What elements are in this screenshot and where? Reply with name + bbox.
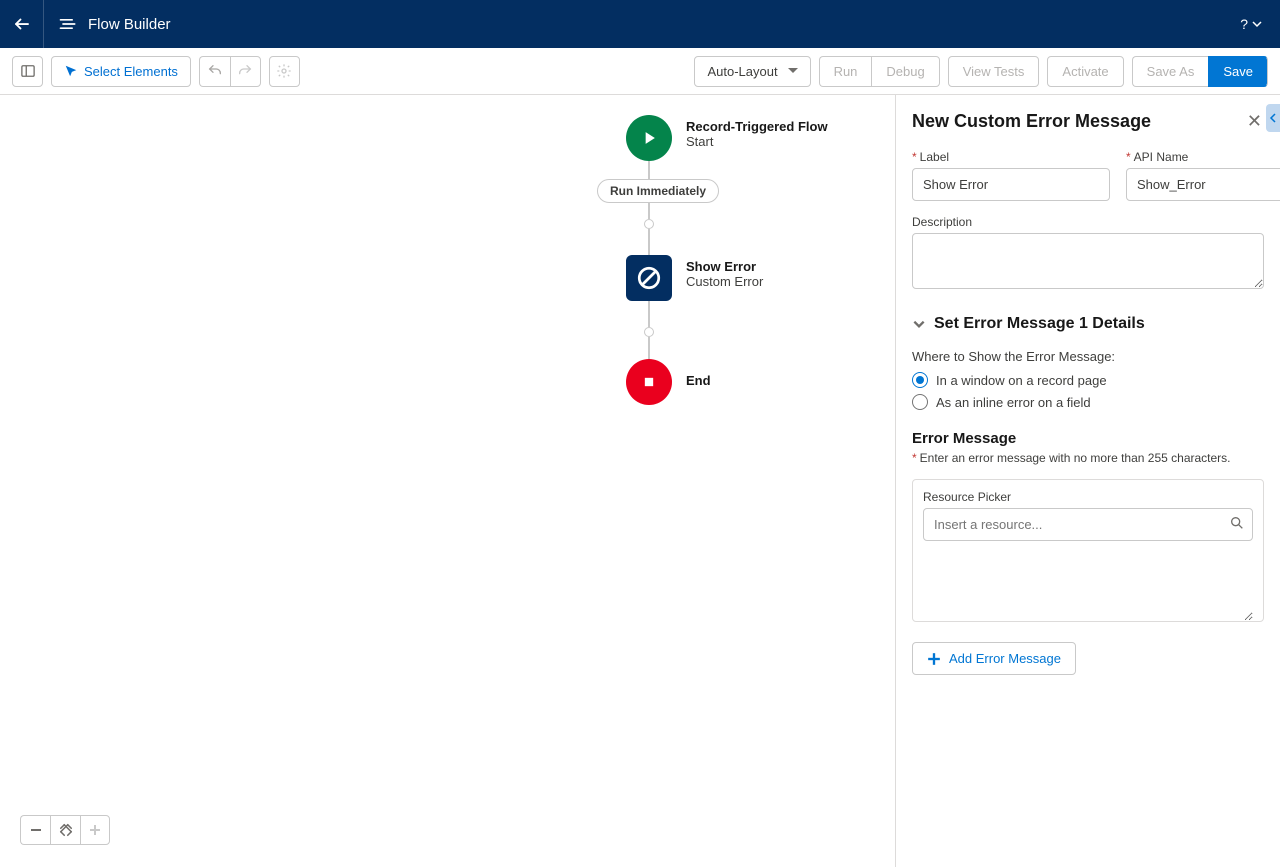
connector-line bbox=[648, 161, 650, 179]
section-title: Set Error Message 1 Details bbox=[934, 315, 1145, 333]
zoom-fit-button[interactable] bbox=[50, 815, 80, 845]
start-node[interactable]: Record-Triggered Flow Start bbox=[626, 115, 828, 161]
label-input[interactable] bbox=[912, 168, 1110, 201]
end-node-title: End bbox=[686, 373, 711, 388]
custom-error-node[interactable]: Show Error Custom Error bbox=[626, 255, 763, 301]
radio-icon bbox=[912, 372, 928, 388]
help-menu[interactable]: ? bbox=[1240, 16, 1280, 32]
error-node-title: Show Error bbox=[686, 259, 763, 274]
stop-icon bbox=[626, 359, 672, 405]
error-message-textarea[interactable] bbox=[923, 541, 1253, 621]
api-name-input[interactable] bbox=[1126, 168, 1280, 201]
description-label: Description bbox=[912, 215, 1264, 229]
caret-down-icon bbox=[788, 66, 798, 76]
auto-layout-label: Auto-Layout bbox=[707, 64, 777, 79]
app-brand: Flow Builder bbox=[44, 14, 171, 34]
save-as-button[interactable]: Save As bbox=[1132, 56, 1209, 87]
save-button[interactable]: Save bbox=[1208, 56, 1268, 87]
radio-icon bbox=[912, 394, 928, 410]
view-tests-button[interactable]: View Tests bbox=[948, 56, 1040, 87]
connector-line bbox=[648, 229, 650, 255]
undo-button[interactable] bbox=[199, 56, 230, 87]
resource-picker-input[interactable] bbox=[923, 508, 1253, 541]
gear-icon bbox=[276, 63, 292, 79]
where-label: Where to Show the Error Message: bbox=[912, 349, 1264, 364]
resource-picker-label: Resource Picker bbox=[923, 490, 1253, 504]
api-name-field-label: *API Name bbox=[1126, 150, 1280, 164]
label-field-label: *Label bbox=[912, 150, 1110, 164]
flow-builder-icon bbox=[58, 14, 78, 34]
run-immediately-pill[interactable]: Run Immediately bbox=[597, 179, 719, 203]
auto-layout-dropdown[interactable]: Auto-Layout bbox=[694, 56, 810, 87]
toggle-panel-button[interactable] bbox=[12, 56, 43, 87]
app-title: Flow Builder bbox=[88, 16, 171, 33]
connector-dot[interactable] bbox=[644, 327, 654, 337]
chevron-down-icon bbox=[912, 317, 926, 331]
panel-title: New Custom Error Message bbox=[912, 111, 1151, 132]
property-panel: New Custom Error Message ✕ *Label *API N… bbox=[895, 95, 1280, 867]
end-node[interactable]: End bbox=[626, 359, 711, 405]
radio-window[interactable]: In a window on a record page bbox=[912, 372, 1264, 388]
start-node-title: Record-Triggered Flow bbox=[686, 119, 828, 134]
error-icon bbox=[626, 255, 672, 301]
resource-picker: Resource Picker bbox=[912, 479, 1264, 622]
cursor-icon bbox=[64, 64, 78, 78]
description-input[interactable] bbox=[912, 233, 1264, 289]
close-panel-button[interactable]: ✕ bbox=[1245, 111, 1264, 132]
connector-line bbox=[648, 301, 650, 327]
redo-button[interactable] bbox=[230, 56, 261, 87]
error-node-subtitle: Custom Error bbox=[686, 274, 763, 289]
debug-button[interactable]: Debug bbox=[871, 56, 939, 87]
app-header: Flow Builder ? bbox=[0, 0, 1280, 48]
section-toggle[interactable]: Set Error Message 1 Details bbox=[912, 315, 1264, 333]
zoom-out-button[interactable] bbox=[20, 815, 50, 845]
toolbar: Select Elements Auto-Layout Run Debug Vi… bbox=[0, 48, 1280, 95]
activate-button[interactable]: Activate bbox=[1047, 56, 1123, 87]
play-icon bbox=[626, 115, 672, 161]
connector-line bbox=[648, 337, 650, 359]
start-node-subtitle: Start bbox=[686, 134, 828, 149]
connector-line bbox=[648, 203, 650, 219]
plus-icon bbox=[927, 652, 941, 666]
expand-panel-handle[interactable] bbox=[1266, 104, 1280, 132]
radio-inline[interactable]: As an inline error on a field bbox=[912, 394, 1264, 410]
back-button[interactable] bbox=[0, 0, 44, 48]
error-message-hint: *Enter an error message with no more tha… bbox=[912, 451, 1264, 465]
error-message-heading: Error Message bbox=[912, 430, 1264, 447]
select-elements-button[interactable]: Select Elements bbox=[51, 56, 191, 87]
help-icon: ? bbox=[1240, 16, 1248, 32]
run-button[interactable]: Run bbox=[819, 56, 872, 87]
caret-down-icon bbox=[1252, 19, 1262, 29]
add-error-message-button[interactable]: Add Error Message bbox=[912, 642, 1076, 675]
connector-dot[interactable] bbox=[644, 219, 654, 229]
zoom-controls bbox=[20, 815, 110, 845]
settings-button[interactable] bbox=[269, 56, 300, 87]
zoom-in-button[interactable] bbox=[80, 815, 110, 845]
select-elements-label: Select Elements bbox=[84, 64, 178, 79]
search-icon[interactable] bbox=[1229, 515, 1245, 531]
